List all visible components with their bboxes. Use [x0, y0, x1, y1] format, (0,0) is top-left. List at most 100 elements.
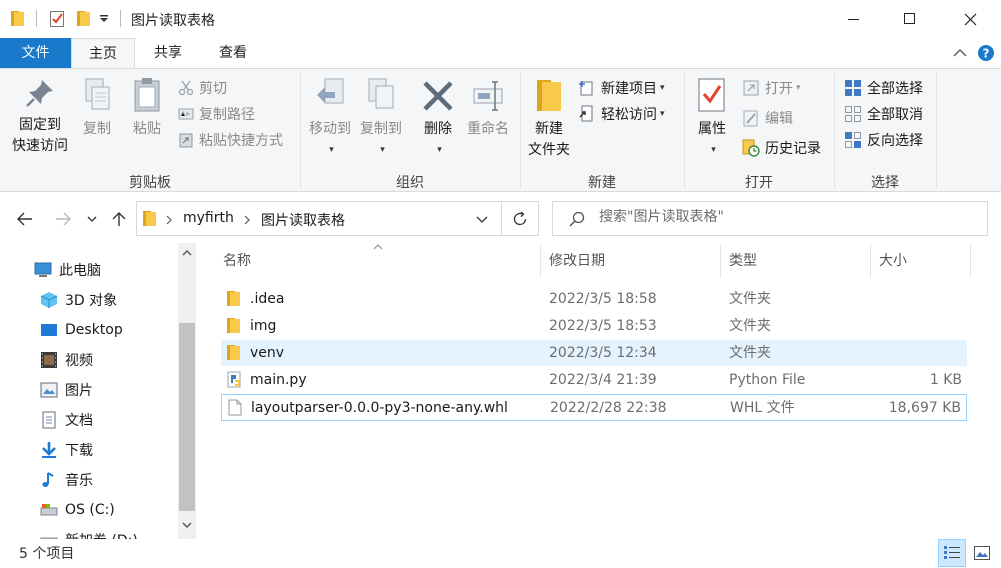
nav-item-this-pc[interactable]: 此电脑: [34, 258, 101, 282]
status-item-count: 5 个项目: [19, 546, 75, 562]
delete-button[interactable]: 删除 ▾: [418, 77, 458, 161]
move-to-button[interactable]: 移动到 ▾: [304, 77, 356, 161]
select-all-button[interactable]: 全部选择: [844, 77, 923, 99]
table-row[interactable]: .idea 2022/3/5 18:58 文件夹: [221, 286, 967, 312]
new-item-icon: [579, 81, 593, 96]
chevron-right-icon: [166, 215, 172, 225]
file-size: 18,697 KB: [888, 400, 961, 416]
tab-home[interactable]: 主页: [71, 38, 135, 68]
file-name: img: [250, 318, 277, 334]
back-arrow-icon: [17, 212, 32, 226]
file-date: 2022/3/5 12:34: [549, 345, 657, 361]
address-bar[interactable]: myfirth 图片读取表格: [136, 201, 502, 236]
back-button[interactable]: [12, 206, 38, 232]
organize-group-label: 组织: [396, 175, 424, 191]
scroll-thumb[interactable]: [179, 323, 195, 511]
search-icon: [569, 211, 585, 227]
nav-scrollbar[interactable]: [178, 243, 196, 539]
details-view-icon: [944, 546, 960, 559]
column-header-date[interactable]: 修改日期: [541, 244, 721, 278]
file-type: 文件夹: [729, 318, 771, 334]
rename-icon: [473, 81, 503, 111]
file-type: 文件夹: [729, 291, 771, 307]
tab-share[interactable]: 共享: [136, 38, 200, 68]
select-none-button[interactable]: 全部取消: [844, 103, 923, 125]
close-icon: [964, 13, 976, 25]
search-box[interactable]: [552, 201, 988, 236]
nav-item-videos[interactable]: 视频: [40, 348, 93, 372]
forward-button[interactable]: [50, 206, 76, 232]
column-header-type[interactable]: 类型: [721, 244, 871, 278]
large-icons-view-icon: [974, 546, 990, 560]
nav-item-documents[interactable]: 文档: [40, 408, 93, 432]
minimize-button[interactable]: [826, 0, 882, 38]
table-row[interactable]: main.py 2022/3/4 21:39 Python File 1 KB: [221, 367, 967, 393]
minimize-icon: [848, 19, 859, 20]
breadcrumb-item[interactable]: myfirth: [183, 210, 234, 226]
video-icon: [41, 352, 57, 368]
close-button[interactable]: [942, 0, 998, 38]
search-input[interactable]: [599, 209, 979, 225]
select-all-icon: [845, 80, 861, 96]
help-icon[interactable]: ?: [977, 44, 995, 62]
new-folder-button[interactable]: 新建 文件夹: [524, 77, 574, 161]
documents-icon: [42, 411, 56, 429]
large-icons-view-button[interactable]: [968, 539, 996, 567]
scroll-up-icon[interactable]: [182, 249, 192, 256]
recent-locations-button[interactable]: [82, 206, 102, 232]
maximize-icon: [904, 13, 915, 24]
collapse-ribbon-icon[interactable]: [953, 48, 967, 58]
new-folder-quick-icon[interactable]: [76, 10, 91, 27]
copy-button[interactable]: 复制: [76, 77, 118, 140]
file-date: 2022/3/5 18:53: [549, 318, 657, 334]
up-arrow-icon: [112, 212, 126, 226]
easy-access-button[interactable]: 轻松访问 ▾: [578, 103, 665, 125]
open-button[interactable]: 打开 ▾: [742, 77, 801, 99]
nav-item-downloads[interactable]: 下载: [40, 438, 93, 462]
refresh-icon: [513, 211, 527, 225]
customize-toolbar-icon[interactable]: [99, 14, 109, 24]
edit-button[interactable]: 编辑: [742, 107, 793, 129]
maximize-button[interactable]: [882, 0, 938, 38]
paste-button[interactable]: 粘贴: [126, 77, 168, 140]
copy-to-icon: [368, 78, 394, 109]
up-button[interactable]: [106, 206, 132, 232]
address-dropdown-icon[interactable]: [476, 216, 488, 224]
nav-item-music[interactable]: 音乐: [40, 468, 93, 492]
edit-icon: [743, 110, 758, 127]
python-file-icon: [227, 371, 241, 388]
copy-path-button[interactable]: 复制路径: [178, 103, 255, 125]
rename-button[interactable]: 重命名: [462, 77, 514, 140]
paste-shortcut-button[interactable]: 粘贴快捷方式: [178, 129, 283, 151]
properties-button[interactable]: 属性 ▾: [690, 77, 734, 161]
nav-item-pictures[interactable]: 图片: [40, 378, 93, 402]
tab-file[interactable]: 文件: [0, 38, 71, 68]
refresh-button[interactable]: [502, 201, 539, 236]
new-item-button[interactable]: 新建项目 ▾: [578, 77, 665, 99]
column-header-size[interactable]: 大小: [871, 244, 971, 278]
cut-button[interactable]: 剪切: [178, 77, 227, 99]
column-header-name[interactable]: 名称: [215, 244, 541, 278]
details-view-button[interactable]: [938, 539, 966, 567]
navigation-pane: 此电脑 3D 对象 Desktop 视频 图片 文档 下载 音乐 OS (C:)…: [0, 243, 196, 539]
nav-item-drive-d[interactable]: 新加卷 (D:): [40, 528, 138, 539]
properties-quick-icon[interactable]: [49, 10, 66, 28]
nav-item-desktop[interactable]: Desktop: [40, 318, 123, 342]
drive-icon: [40, 504, 58, 516]
pin-quick-access-button[interactable]: 固定到 快速访问: [6, 77, 74, 157]
copy-to-button[interactable]: 复制到 ▾: [355, 77, 407, 161]
history-button[interactable]: 历史记录: [742, 137, 821, 159]
file-icon: [228, 399, 242, 416]
breadcrumb-item[interactable]: 图片读取表格: [261, 210, 345, 230]
nav-item-drive-c[interactable]: OS (C:): [40, 498, 115, 522]
window-title: 图片读取表格: [131, 13, 215, 29]
table-row[interactable]: layoutparser-0.0.0-py3-none-any.whl 2022…: [221, 394, 967, 421]
table-row[interactable]: venv 2022/3/5 12:34 文件夹: [221, 340, 967, 366]
nav-item-3d-objects[interactable]: 3D 对象: [40, 288, 117, 312]
scroll-down-icon[interactable]: [182, 522, 192, 529]
invert-selection-button[interactable]: 反向选择: [844, 129, 923, 151]
folder-icon: [227, 291, 240, 306]
tab-view[interactable]: 查看: [200, 38, 266, 68]
table-row[interactable]: img 2022/3/5 18:53 文件夹: [221, 313, 967, 339]
downloads-icon: [42, 442, 56, 458]
